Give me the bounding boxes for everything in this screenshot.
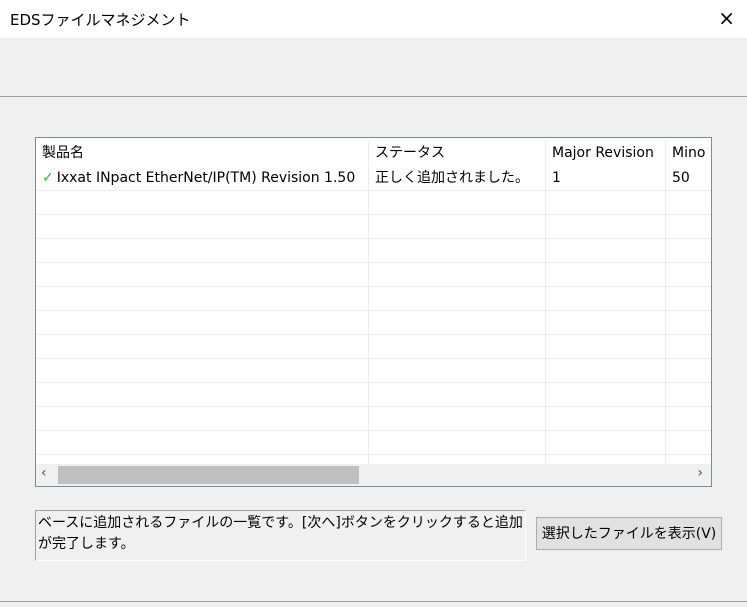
empty-cell — [546, 214, 666, 238]
empty-row — [36, 286, 711, 311]
empty-row — [36, 430, 711, 455]
empty-row — [36, 238, 711, 263]
empty-cell — [369, 430, 546, 454]
empty-cell — [36, 358, 369, 382]
empty-cell — [546, 286, 666, 310]
table-header: 製品名 ステータス Major Revision Mino — [36, 141, 711, 165]
empty-cell — [666, 190, 711, 214]
empty-cell — [369, 262, 546, 286]
empty-cell — [36, 190, 369, 214]
empty-cell — [666, 214, 711, 238]
empty-cell — [369, 382, 546, 406]
empty-cell — [369, 358, 546, 382]
window-title: EDSファイルマネジメント — [10, 11, 191, 29]
empty-cell — [666, 310, 711, 334]
empty-cell — [666, 238, 711, 262]
major-revision-cell: 1 — [546, 166, 666, 190]
empty-cell — [36, 262, 369, 286]
info-text: ベースに追加されるファイルの一覧です。[次へ]ボタンをクリックすると追加が完了し… — [35, 510, 526, 561]
close-icon[interactable]: × — [718, 6, 735, 30]
empty-cell — [666, 382, 711, 406]
empty-cell — [666, 286, 711, 310]
divider — [0, 96, 747, 97]
title-bar: EDSファイルマネジメント × — [0, 0, 747, 38]
empty-cell — [666, 334, 711, 358]
empty-cell — [546, 382, 666, 406]
column-header-status[interactable]: ステータス — [369, 141, 546, 165]
empty-row — [36, 214, 711, 239]
column-header-minor-revision[interactable]: Mino — [666, 141, 711, 165]
status-cell: 正しく追加されました。 — [369, 166, 546, 190]
empty-cell — [36, 214, 369, 238]
empty-cell — [36, 334, 369, 358]
empty-cell — [36, 430, 369, 454]
empty-cell — [546, 334, 666, 358]
empty-cell — [546, 310, 666, 334]
divider — [0, 601, 747, 602]
empty-cell — [546, 238, 666, 262]
column-header-major-revision[interactable]: Major Revision — [546, 141, 666, 165]
product-name: Ixxat INpact EtherNet/IP(TM) Revision 1.… — [56, 170, 356, 186]
empty-cell — [546, 406, 666, 430]
empty-cell — [369, 334, 546, 358]
empty-row — [36, 262, 711, 287]
empty-cell — [36, 382, 369, 406]
view-selected-file-button[interactable]: 選択したファイルを表示(V) — [536, 517, 722, 550]
empty-cell — [369, 238, 546, 262]
empty-cell — [546, 430, 666, 454]
empty-cell — [369, 190, 546, 214]
scrollbar-thumb[interactable] — [58, 466, 359, 484]
empty-row — [36, 358, 711, 383]
empty-cell — [369, 214, 546, 238]
empty-cell — [36, 238, 369, 262]
empty-cell — [546, 358, 666, 382]
product-name-cell: ✓ Ixxat INpact EtherNet/IP(TM) Revision 1… — [36, 166, 369, 190]
empty-cell — [36, 406, 369, 430]
empty-row — [36, 406, 711, 431]
empty-cell — [36, 310, 369, 334]
empty-row — [36, 382, 711, 407]
empty-cell — [369, 406, 546, 430]
scroll-right-icon[interactable]: › — [697, 465, 703, 481]
eds-file-list[interactable]: 製品名 ステータス Major Revision Mino ✓ Ixxat INp… — [35, 137, 712, 487]
scroll-left-icon[interactable]: ‹ — [41, 465, 47, 481]
table-row[interactable]: ✓ Ixxat INpact EtherNet/IP(TM) Revision 1… — [36, 166, 711, 191]
empty-cell — [666, 358, 711, 382]
check-icon: ✓ — [42, 170, 54, 186]
empty-row — [36, 190, 711, 215]
column-header-product-name[interactable]: 製品名 — [36, 141, 369, 165]
empty-row — [36, 310, 711, 335]
empty-cell — [546, 262, 666, 286]
empty-cell — [546, 190, 666, 214]
empty-cell — [36, 286, 369, 310]
horizontal-scrollbar[interactable]: ‹ › — [36, 464, 711, 486]
empty-cell — [369, 286, 546, 310]
empty-cell — [666, 406, 711, 430]
empty-cell — [369, 310, 546, 334]
empty-cell — [666, 262, 711, 286]
empty-row — [36, 334, 711, 359]
empty-cell — [666, 430, 711, 454]
minor-revision-cell: 50 — [666, 166, 711, 190]
